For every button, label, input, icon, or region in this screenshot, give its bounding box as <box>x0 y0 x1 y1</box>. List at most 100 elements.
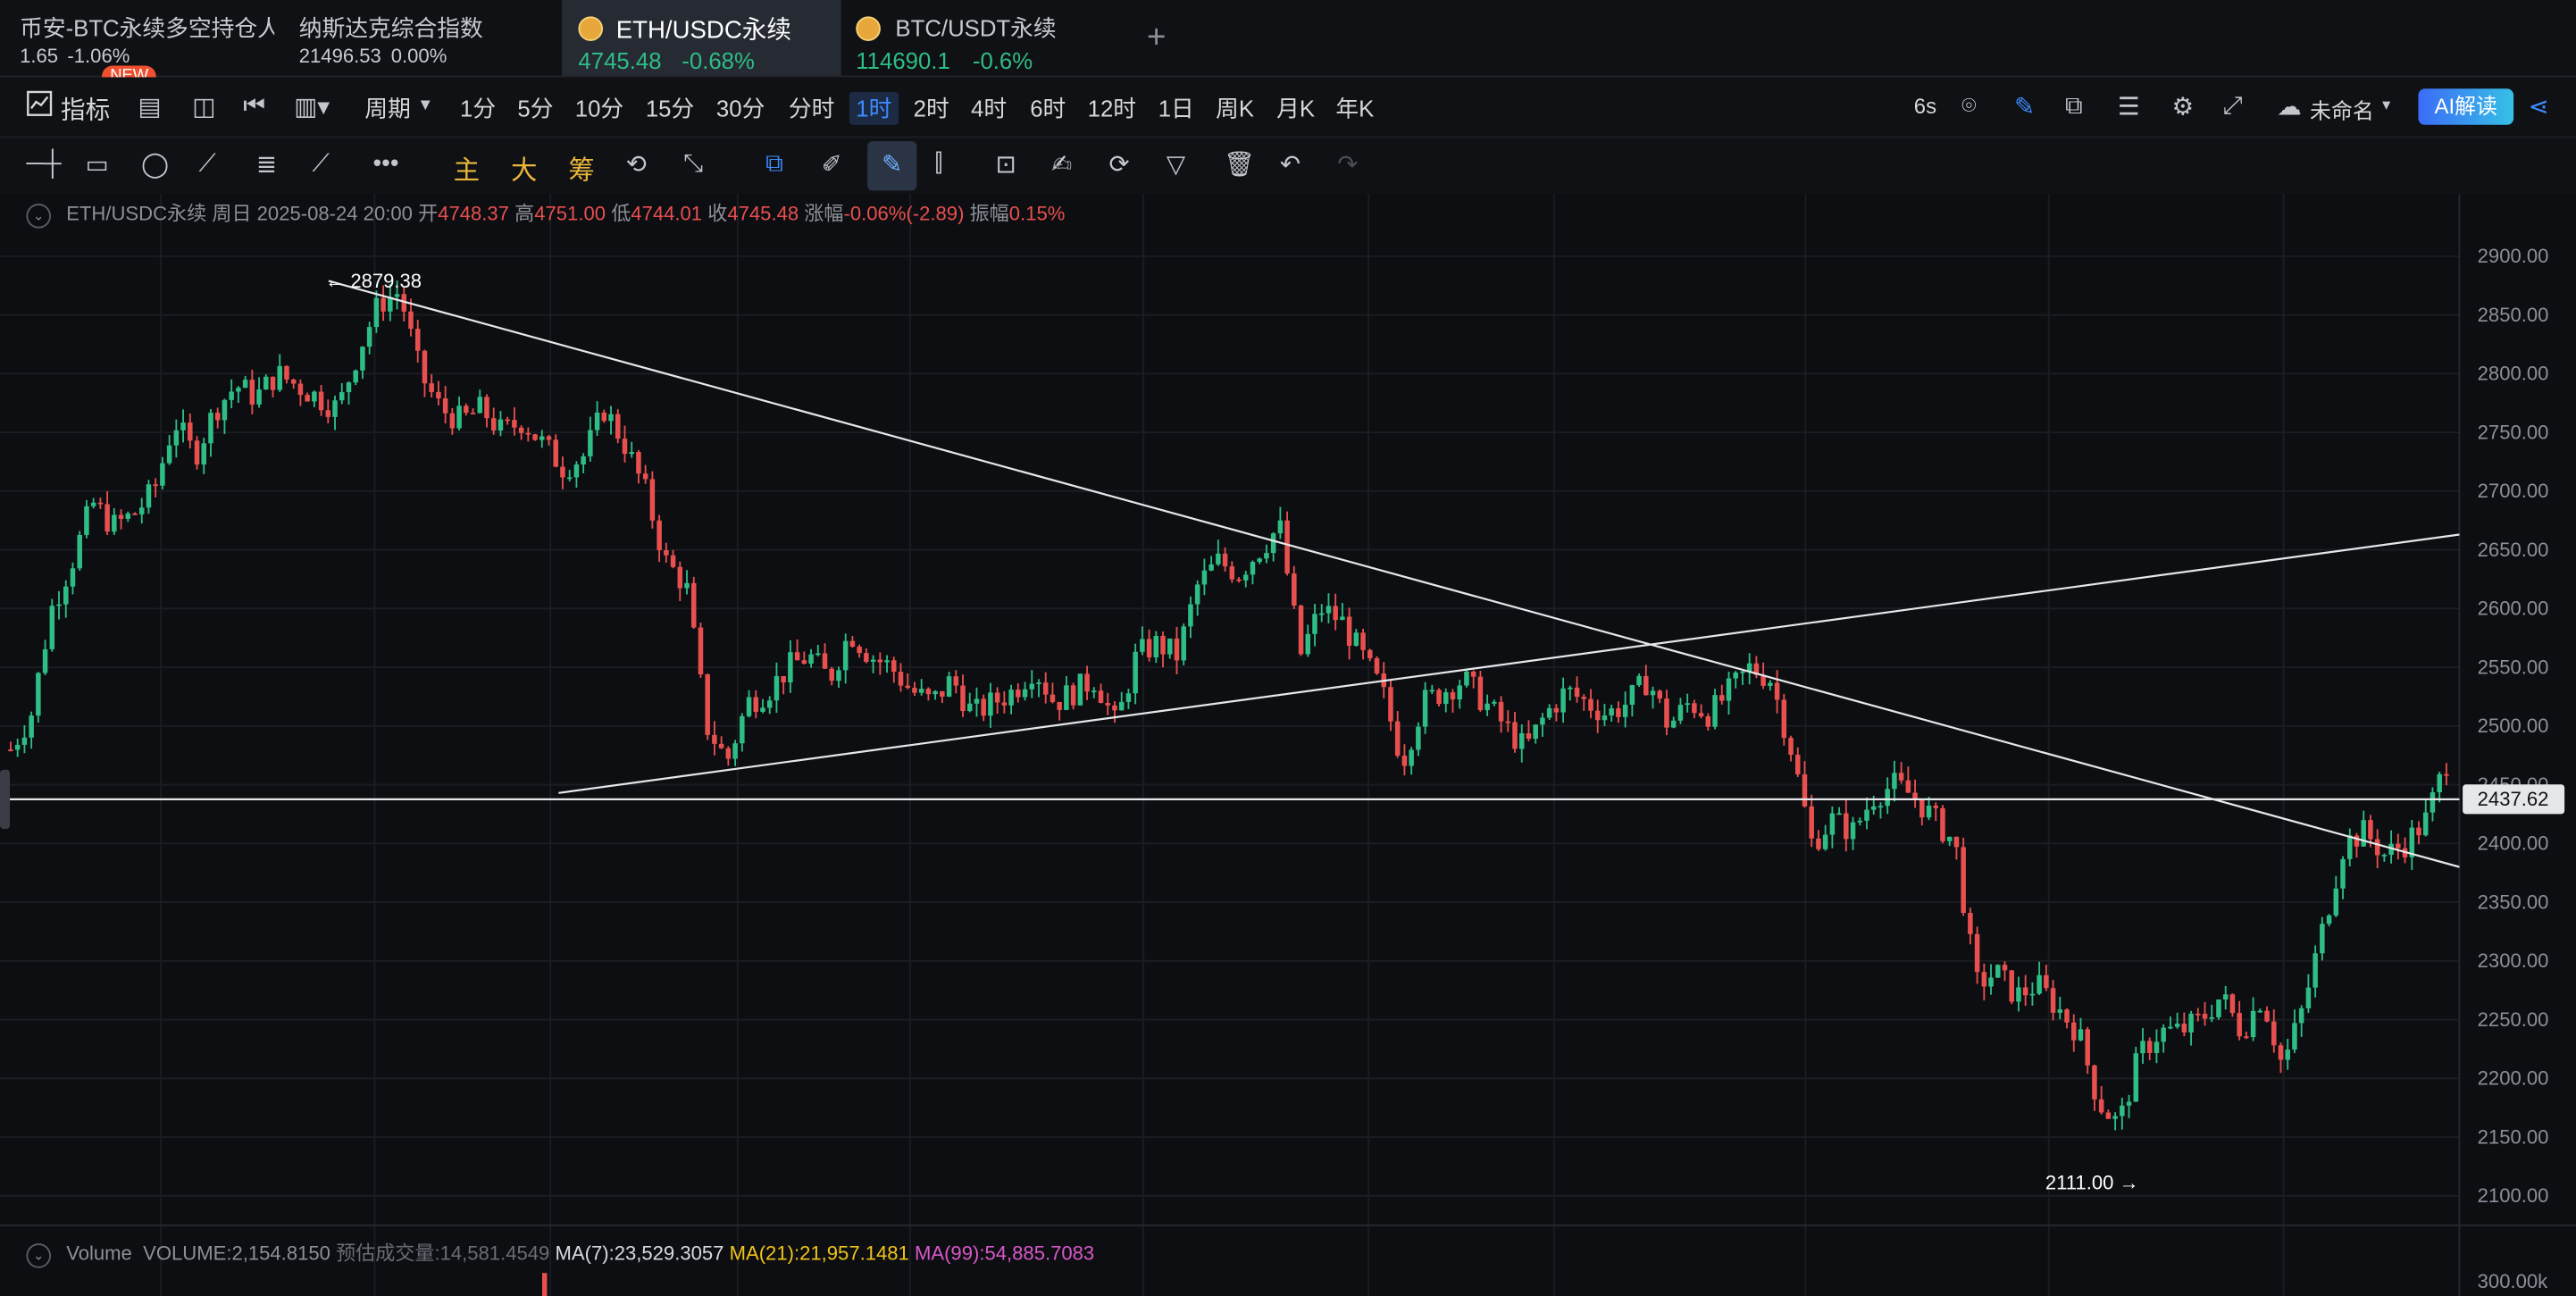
tab-change: -0.6% <box>972 47 1033 74</box>
interval-1d[interactable]: 1日 <box>1158 92 1194 125</box>
candle-body <box>1064 685 1069 710</box>
candle-body <box>132 513 138 515</box>
candle-body <box>1105 702 1110 706</box>
collapse-icon[interactable]: ⌄ <box>26 1243 52 1268</box>
candle-body <box>2188 1013 2194 1033</box>
candle-body <box>546 436 552 440</box>
delete-icon[interactable]: 🗑 <box>1224 149 1255 179</box>
horizontal-line-tool-icon[interactable]: ─┼ <box>26 149 61 177</box>
candle-body <box>305 395 310 402</box>
refresh-rate[interactable]: 6s <box>1914 94 1936 119</box>
candle-body <box>864 653 869 662</box>
layout-name-dropdown[interactable]: 未命名 <box>2310 94 2374 125</box>
interval-1m[interactable]: 1分 <box>460 92 496 125</box>
ellipse-tool-icon[interactable]: ◯ <box>141 149 169 179</box>
chip-distribution-button[interactable]: 筹 <box>568 148 594 188</box>
lock-icon[interactable]: ⊡ <box>996 149 1016 179</box>
collapse-icon[interactable]: ⌄ <box>26 204 52 229</box>
candle-body <box>414 329 421 351</box>
more-tools-icon[interactable]: ••• <box>373 149 399 177</box>
chart-area[interactable]: 2900.00 2850.00 2800.00 2750.00 2700.00 2650.… <box>0 194 2576 1296</box>
candle-body <box>670 555 676 567</box>
candle-body <box>1602 715 1608 721</box>
cloud-icon[interactable]: ☁ <box>2277 92 2302 121</box>
replay-icon[interactable]: ⏮ <box>243 92 265 120</box>
candle-body <box>1988 977 1994 987</box>
interval-4h[interactable]: 4时 <box>971 92 1007 125</box>
candle-body <box>1588 698 1593 711</box>
candle-body <box>1781 699 1787 739</box>
candle-body <box>553 439 558 467</box>
candle-type-icon[interactable]: ▥▾ <box>294 92 330 121</box>
candle-body <box>1367 649 1373 658</box>
candle-body <box>2098 1099 2104 1113</box>
fullscreen-icon[interactable]: ⤢ <box>2223 92 2243 120</box>
copy-tool-icon[interactable]: ⧉ <box>765 149 783 177</box>
period-dropdown[interactable]: 周期 <box>364 92 411 125</box>
candle-body <box>360 347 365 371</box>
pencil-icon[interactable]: ✎ <box>2014 92 2035 121</box>
interval-5m[interactable]: 5分 <box>517 92 553 125</box>
candle-body <box>2085 1029 2090 1066</box>
candle-body <box>118 514 124 519</box>
edit-icon[interactable]: ⧉ <box>2065 92 2083 120</box>
tab-eth-usdc[interactable]: ETH/USDC永续 4745.48 -0.68% <box>562 0 841 76</box>
candle-body <box>1905 780 1911 793</box>
ray-tool-icon[interactable]: ⟋ <box>312 149 329 177</box>
price-chart[interactable]: 2900.00 2850.00 2800.00 2750.00 2700.00 2650.… <box>0 194 2576 1296</box>
interval-30m[interactable]: 30分 <box>716 92 765 125</box>
parallel-channel-tool-icon[interactable]: ≣ <box>256 149 277 179</box>
interval-1h[interactable]: 1时 <box>849 91 899 125</box>
interval-year[interactable]: 年K <box>1335 92 1374 125</box>
trendline-tool-icon[interactable]: ⟋ <box>199 149 216 177</box>
brush-tool-icon[interactable]: ✎ <box>867 141 917 191</box>
compare-icon[interactable]: ⟲ <box>626 149 647 179</box>
candle-body <box>877 659 883 663</box>
indicator-button[interactable]: 指标 <box>61 92 110 127</box>
tab-nasdaq[interactable]: 纳斯达克综合指数 21496.53 0.00% <box>280 0 559 76</box>
main-chart-button[interactable]: 主 <box>454 148 480 188</box>
ai-analysis-button[interactable]: AI解读 <box>2418 88 2514 125</box>
candle-body <box>2133 1053 2139 1102</box>
big-order-button[interactable]: 大 <box>511 148 537 188</box>
candle-body <box>594 412 600 431</box>
measure-icon[interactable]: ⤡ <box>683 149 703 177</box>
note-icon[interactable]: ✍ <box>1051 149 1072 179</box>
candle-body <box>2044 974 2049 989</box>
candle-body <box>1940 807 1945 841</box>
tab-binance-long-short[interactable]: 币安-BTC永续多空持仓人数 1.65 -1.06% NEW <box>0 0 280 88</box>
interval-timeshare[interactable]: 分时 <box>789 92 835 125</box>
share-icon[interactable]: ⋖ <box>2529 92 2549 121</box>
candle-body <box>1477 676 1484 711</box>
rectangle-tool-icon[interactable]: ▭ <box>86 149 109 179</box>
tab-btc-usdt[interactable]: BTC/USDT永续 114690.1 -0.6% <box>841 0 1121 76</box>
settings-icon[interactable]: ⚙ <box>2172 92 2195 121</box>
indicator-icon[interactable] <box>26 90 53 123</box>
candle-body <box>718 743 724 748</box>
candle-body <box>1670 720 1677 728</box>
layout-icon[interactable]: ◫ <box>192 92 215 121</box>
interval-week[interactable]: 周K <box>1216 92 1254 125</box>
interval-10m[interactable]: 10分 <box>575 92 623 125</box>
candle-body <box>2057 1009 2063 1013</box>
calendar-icon[interactable]: ▤ <box>138 92 162 121</box>
camera-icon[interactable]: ⌾ <box>1961 92 1977 120</box>
legend-high: 4751.00 <box>534 202 606 225</box>
redo-icon[interactable]: ↷ <box>1337 149 1358 179</box>
list-icon[interactable]: ☰ <box>2118 92 2140 121</box>
add-tab-icon[interactable]: + <box>1147 20 1166 57</box>
magnet-icon[interactable]: ⟳ <box>1109 149 1130 179</box>
interval-12h[interactable]: 12时 <box>1088 92 1136 125</box>
interval-15m[interactable]: 15分 <box>646 92 694 125</box>
interval-month[interactable]: 月K <box>1276 92 1315 125</box>
interval-6h[interactable]: 6时 <box>1030 92 1066 125</box>
undo-icon[interactable]: ↶ <box>1280 149 1301 179</box>
candles-icon[interactable]: ⫿ <box>935 149 943 177</box>
candle-body <box>160 463 165 486</box>
candle-body <box>1533 724 1538 740</box>
interval-2h[interactable]: 2时 <box>914 92 949 125</box>
candle-body <box>1526 733 1532 740</box>
candle-body <box>2430 792 2436 813</box>
ruler-icon[interactable]: ✐ <box>822 149 842 179</box>
filter-icon[interactable]: ▽ <box>1167 149 1185 179</box>
